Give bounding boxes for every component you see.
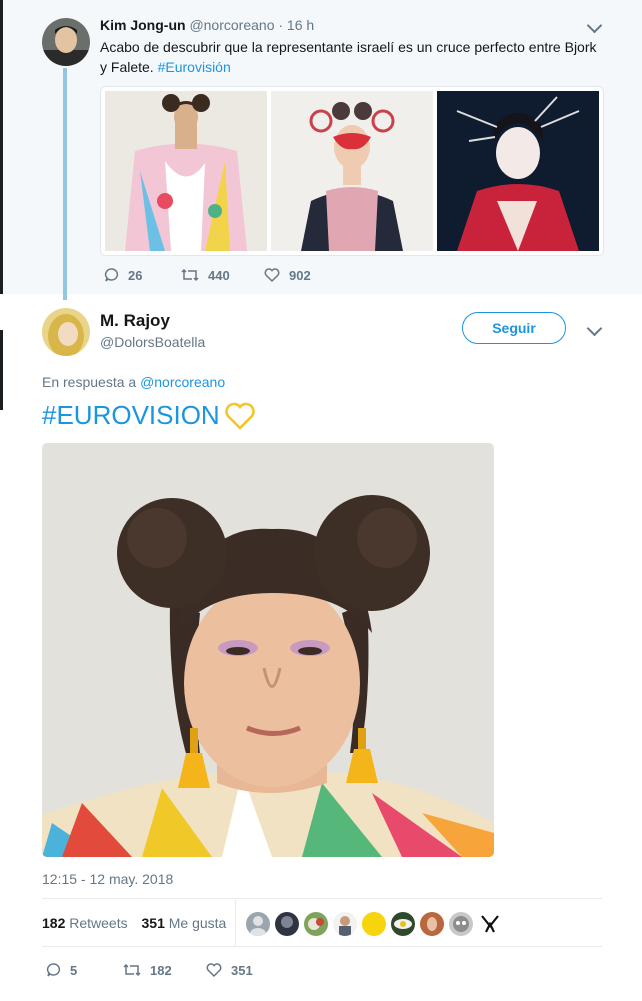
tweet-stats: 182 Retweets 351 Me gusta: [42, 915, 226, 931]
liker-avatar[interactable]: [478, 912, 502, 936]
reply-to-link[interactable]: @norcoreano: [140, 374, 225, 390]
parent-time[interactable]: · 16 h: [278, 17, 314, 33]
tweet-timestamp[interactable]: 12:15 - 12 may. 2018: [42, 871, 173, 887]
like-action[interactable]: 351: [205, 962, 253, 978]
like-count: 351: [231, 962, 253, 978]
thread-connector: [63, 68, 67, 300]
retweet-count: 440: [208, 267, 230, 283]
liker-avatar[interactable]: [391, 912, 415, 936]
tweet-image[interactable]: [42, 443, 494, 857]
chevron-down-icon[interactable]: [586, 320, 603, 337]
retweets-stat[interactable]: 182 Retweets: [42, 915, 132, 931]
parent-header: Kim Jong-un @norcoreano · 16 h: [100, 17, 314, 33]
window-edge: [0, 0, 3, 294]
like-icon: [206, 963, 222, 978]
author-handle[interactable]: @DolorsBoatella: [100, 334, 205, 350]
stats-separator: [235, 900, 236, 946]
parent-hashtag[interactable]: #Eurovisión: [158, 59, 231, 75]
tweet-hashtag[interactable]: #EUROVISION: [42, 400, 220, 431]
reply-icon: [46, 963, 61, 977]
divider: [42, 946, 602, 947]
liker-avatar[interactable]: [420, 912, 444, 936]
divider: [42, 898, 602, 899]
liker-avatar[interactable]: [275, 912, 299, 936]
liker-avatar[interactable]: [449, 912, 473, 936]
media-image-1[interactable]: [105, 91, 267, 251]
liker-avatar[interactable]: [246, 912, 270, 936]
window-edge: [0, 330, 3, 410]
parent-name[interactable]: Kim Jong-un: [100, 17, 186, 33]
like-action[interactable]: 902: [263, 267, 311, 283]
parent-handle[interactable]: @norcoreano: [189, 17, 274, 33]
reply-icon: [104, 268, 119, 282]
liker-avatar[interactable]: [333, 912, 357, 936]
parent-text: Acabo de descubrir que la representante …: [100, 37, 605, 77]
like-count: 902: [289, 267, 311, 283]
liker-avatar[interactable]: [362, 912, 386, 936]
liker-avatar[interactable]: [304, 912, 328, 936]
retweet-icon: [123, 963, 141, 977]
reply-prefix: En respuesta a: [42, 374, 137, 390]
reply-count: 5: [70, 962, 78, 978]
retweet-icon: [181, 268, 199, 282]
reply-action[interactable]: 26: [104, 267, 142, 283]
reply-count: 26: [128, 267, 143, 283]
reply-context: En respuesta a @norcoreano: [42, 374, 225, 390]
heart-emoji-icon: [224, 402, 255, 430]
retweet-count: 182: [150, 962, 172, 978]
likes-label: Me gusta: [168, 915, 227, 931]
likes-count: 351: [141, 915, 165, 931]
retweet-action[interactable]: 182: [122, 962, 172, 978]
retweets-count: 182: [42, 915, 66, 931]
avatar[interactable]: [42, 18, 90, 66]
retweet-action[interactable]: 440: [180, 267, 230, 283]
likes-stat[interactable]: 351 Me gusta: [142, 915, 227, 931]
parent-media-grid: [100, 86, 604, 256]
follow-button[interactable]: Seguir: [462, 312, 566, 344]
media-image-2[interactable]: [271, 91, 433, 251]
like-icon: [264, 268, 280, 283]
reply-action[interactable]: 5: [46, 962, 77, 978]
retweets-label: Retweets: [69, 915, 128, 931]
media-image-3[interactable]: [437, 91, 599, 251]
tweet-text: #EUROVISION: [42, 400, 256, 431]
avatar[interactable]: [42, 308, 90, 356]
author-name[interactable]: M. Rajoy: [100, 311, 170, 331]
